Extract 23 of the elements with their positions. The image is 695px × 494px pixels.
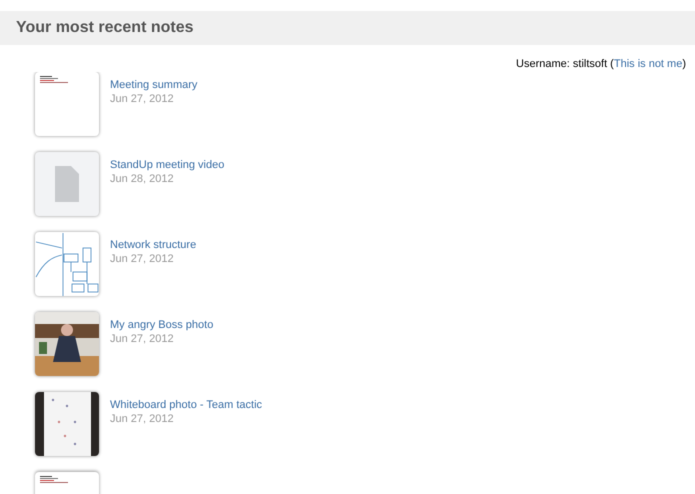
username-label: Username: stiltsoft ( <box>516 58 614 70</box>
text-lines-drawing <box>40 76 68 83</box>
note-title-link[interactable]: Whiteboard photo - Team tactic <box>110 398 262 412</box>
file-icon <box>55 166 79 202</box>
closing-parenthesis: ) <box>682 58 686 70</box>
note-title-link[interactable]: StandUp meeting video <box>110 158 224 172</box>
text-lines-drawing <box>40 476 68 483</box>
note-thumbnail[interactable] <box>35 392 99 456</box>
note-date: Jun 27, 2012 <box>110 332 175 346</box>
note-date: Jun 27, 2012 <box>110 92 175 106</box>
note-title-link[interactable]: Meeting summary <box>110 78 198 92</box>
note-title-link[interactable]: My angry Boss photo <box>110 318 214 332</box>
note-date: Jun 28, 2012 <box>110 172 175 186</box>
note-title-link[interactable]: Network structure <box>110 238 196 252</box>
not-me-link[interactable]: This is not me <box>614 58 682 70</box>
note-thumbnail[interactable] <box>35 232 99 296</box>
note-date: Jun 27, 2012 <box>110 252 175 266</box>
note-thumbnail[interactable] <box>35 312 99 376</box>
note-date: Jun 27, 2012 <box>110 412 175 426</box>
sketch-drawing <box>36 232 98 296</box>
page-title: Your most recent notes <box>16 18 194 38</box>
note-thumbnail[interactable] <box>35 152 99 216</box>
note-thumbnail[interactable] <box>35 72 99 136</box>
